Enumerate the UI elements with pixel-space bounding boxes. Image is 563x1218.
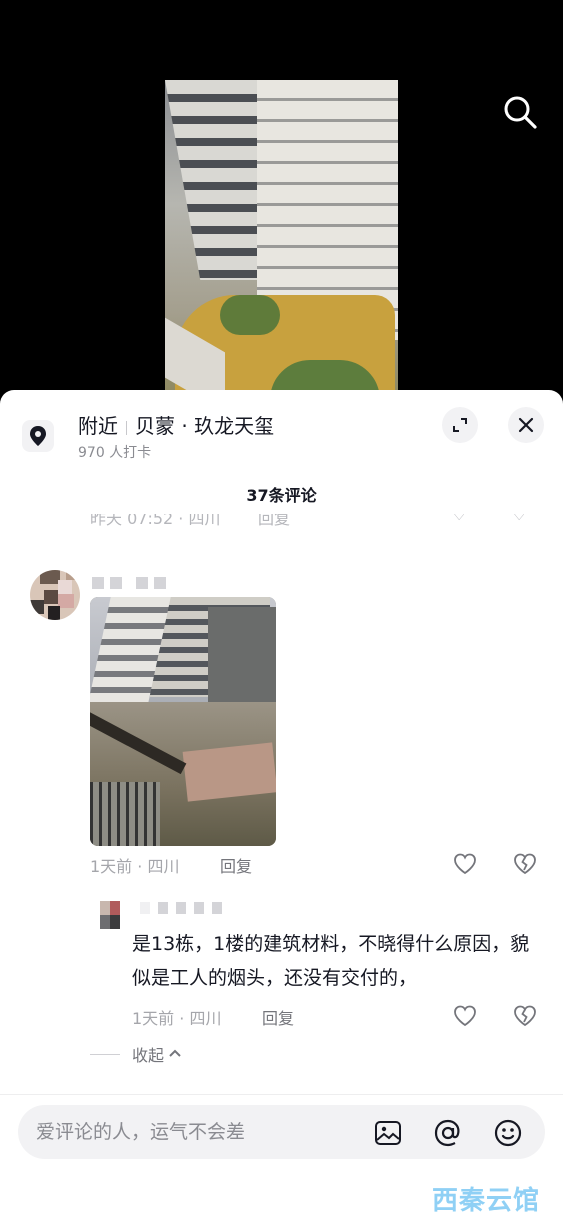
replier-username[interactable]: [140, 902, 222, 914]
username-pixel: [92, 577, 104, 589]
heart-icon: [454, 1005, 476, 1027]
photo-debris: [182, 742, 276, 802]
location-header[interactable]: 附近 贝蒙 · 玖龙天玺 970 人打卡: [0, 390, 563, 470]
previous-reply-link[interactable]: 回复: [258, 514, 290, 528]
video-player[interactable]: [0, 0, 563, 400]
collapse-label: 收起: [132, 1046, 165, 1065]
username-pixel: [158, 902, 168, 914]
emoji-button[interactable]: [493, 1118, 523, 1148]
username-pixel: [212, 902, 222, 914]
username-pixel: [176, 902, 186, 914]
expand-button[interactable]: [442, 407, 478, 443]
username-pixel: [154, 577, 166, 589]
reply-dislike-button[interactable]: [512, 1003, 538, 1029]
comment-image[interactable]: [90, 597, 276, 846]
reply-reply-button[interactable]: 回复: [262, 1005, 294, 1029]
close-button[interactable]: [508, 407, 544, 443]
broken-heart-icon: [514, 1005, 536, 1027]
checkin-count: 970 人打卡: [78, 445, 152, 461]
commenter-avatar[interactable]: [30, 570, 80, 620]
replier-avatar[interactable]: [100, 901, 120, 929]
title-divider: [126, 420, 127, 435]
comment-reply-button[interactable]: 回复: [220, 853, 252, 877]
previous-time-location: 昨天 07:52 · 四川: [90, 514, 221, 528]
broken-heart-icon: [514, 853, 536, 875]
collapse-replies-button[interactable]: 收起: [90, 1042, 182, 1066]
expand-icon: [453, 418, 467, 432]
image-icon: [375, 1121, 401, 1145]
username-pixel: [194, 902, 204, 914]
heart-icon: [454, 853, 476, 875]
comment-count-title: 37条评论: [246, 486, 317, 505]
previous-like-icon[interactable]: ♡: [452, 514, 466, 524]
search-button[interactable]: [500, 92, 540, 132]
comment-input[interactable]: [36, 1105, 366, 1159]
location-badge: [22, 420, 54, 452]
search-icon: [504, 96, 537, 129]
username-pixel: [136, 577, 148, 589]
location-title[interactable]: 附近 贝蒙 · 玖龙天玺: [78, 410, 274, 439]
location-name: 贝蒙 · 玖龙天玺: [135, 414, 275, 438]
location-pin-icon: [30, 426, 46, 446]
comment-like-button[interactable]: [452, 851, 478, 877]
reply-like-button[interactable]: [452, 1003, 478, 1029]
username-pixel: [140, 902, 150, 914]
collapse-divider: [90, 1053, 120, 1055]
commenter-username[interactable]: [92, 576, 166, 590]
watermark: 西秦云馆: [432, 1186, 541, 1216]
video-frame[interactable]: [165, 80, 398, 390]
photo-wall: [208, 607, 276, 717]
reply-time-location: 1天前 · 四川: [132, 1009, 222, 1028]
username-pixel: [110, 577, 122, 589]
nearby-label: 附近: [78, 414, 118, 438]
mention-button[interactable]: [433, 1118, 463, 1148]
comment-sheet: 附近 贝蒙 · 玖龙天玺 970 人打卡 37条评论 昨天 07:52 · 四川 …: [0, 390, 563, 1218]
comment-dislike-button[interactable]: [512, 851, 538, 877]
image-button[interactable]: [373, 1118, 403, 1148]
reply-text: 是13栋，1楼的建筑材料，不晓得什么原因，貌似是工人的烟头，还没有交付的，: [132, 933, 530, 989]
emoji-icon: [494, 1119, 522, 1147]
at-icon: [434, 1119, 460, 1147]
comment-time-location: 1天前 · 四川: [90, 857, 180, 876]
comment-input-box[interactable]: [18, 1105, 545, 1159]
video-lawn: [220, 295, 280, 335]
previous-comment-meta: 昨天 07:52 · 四川 回复 ♡ ♡: [90, 514, 550, 528]
close-icon: [518, 417, 534, 433]
photo-grate: [90, 782, 160, 846]
previous-dislike-icon[interactable]: ♡: [512, 514, 526, 524]
chevron-up-icon: [169, 1049, 181, 1057]
